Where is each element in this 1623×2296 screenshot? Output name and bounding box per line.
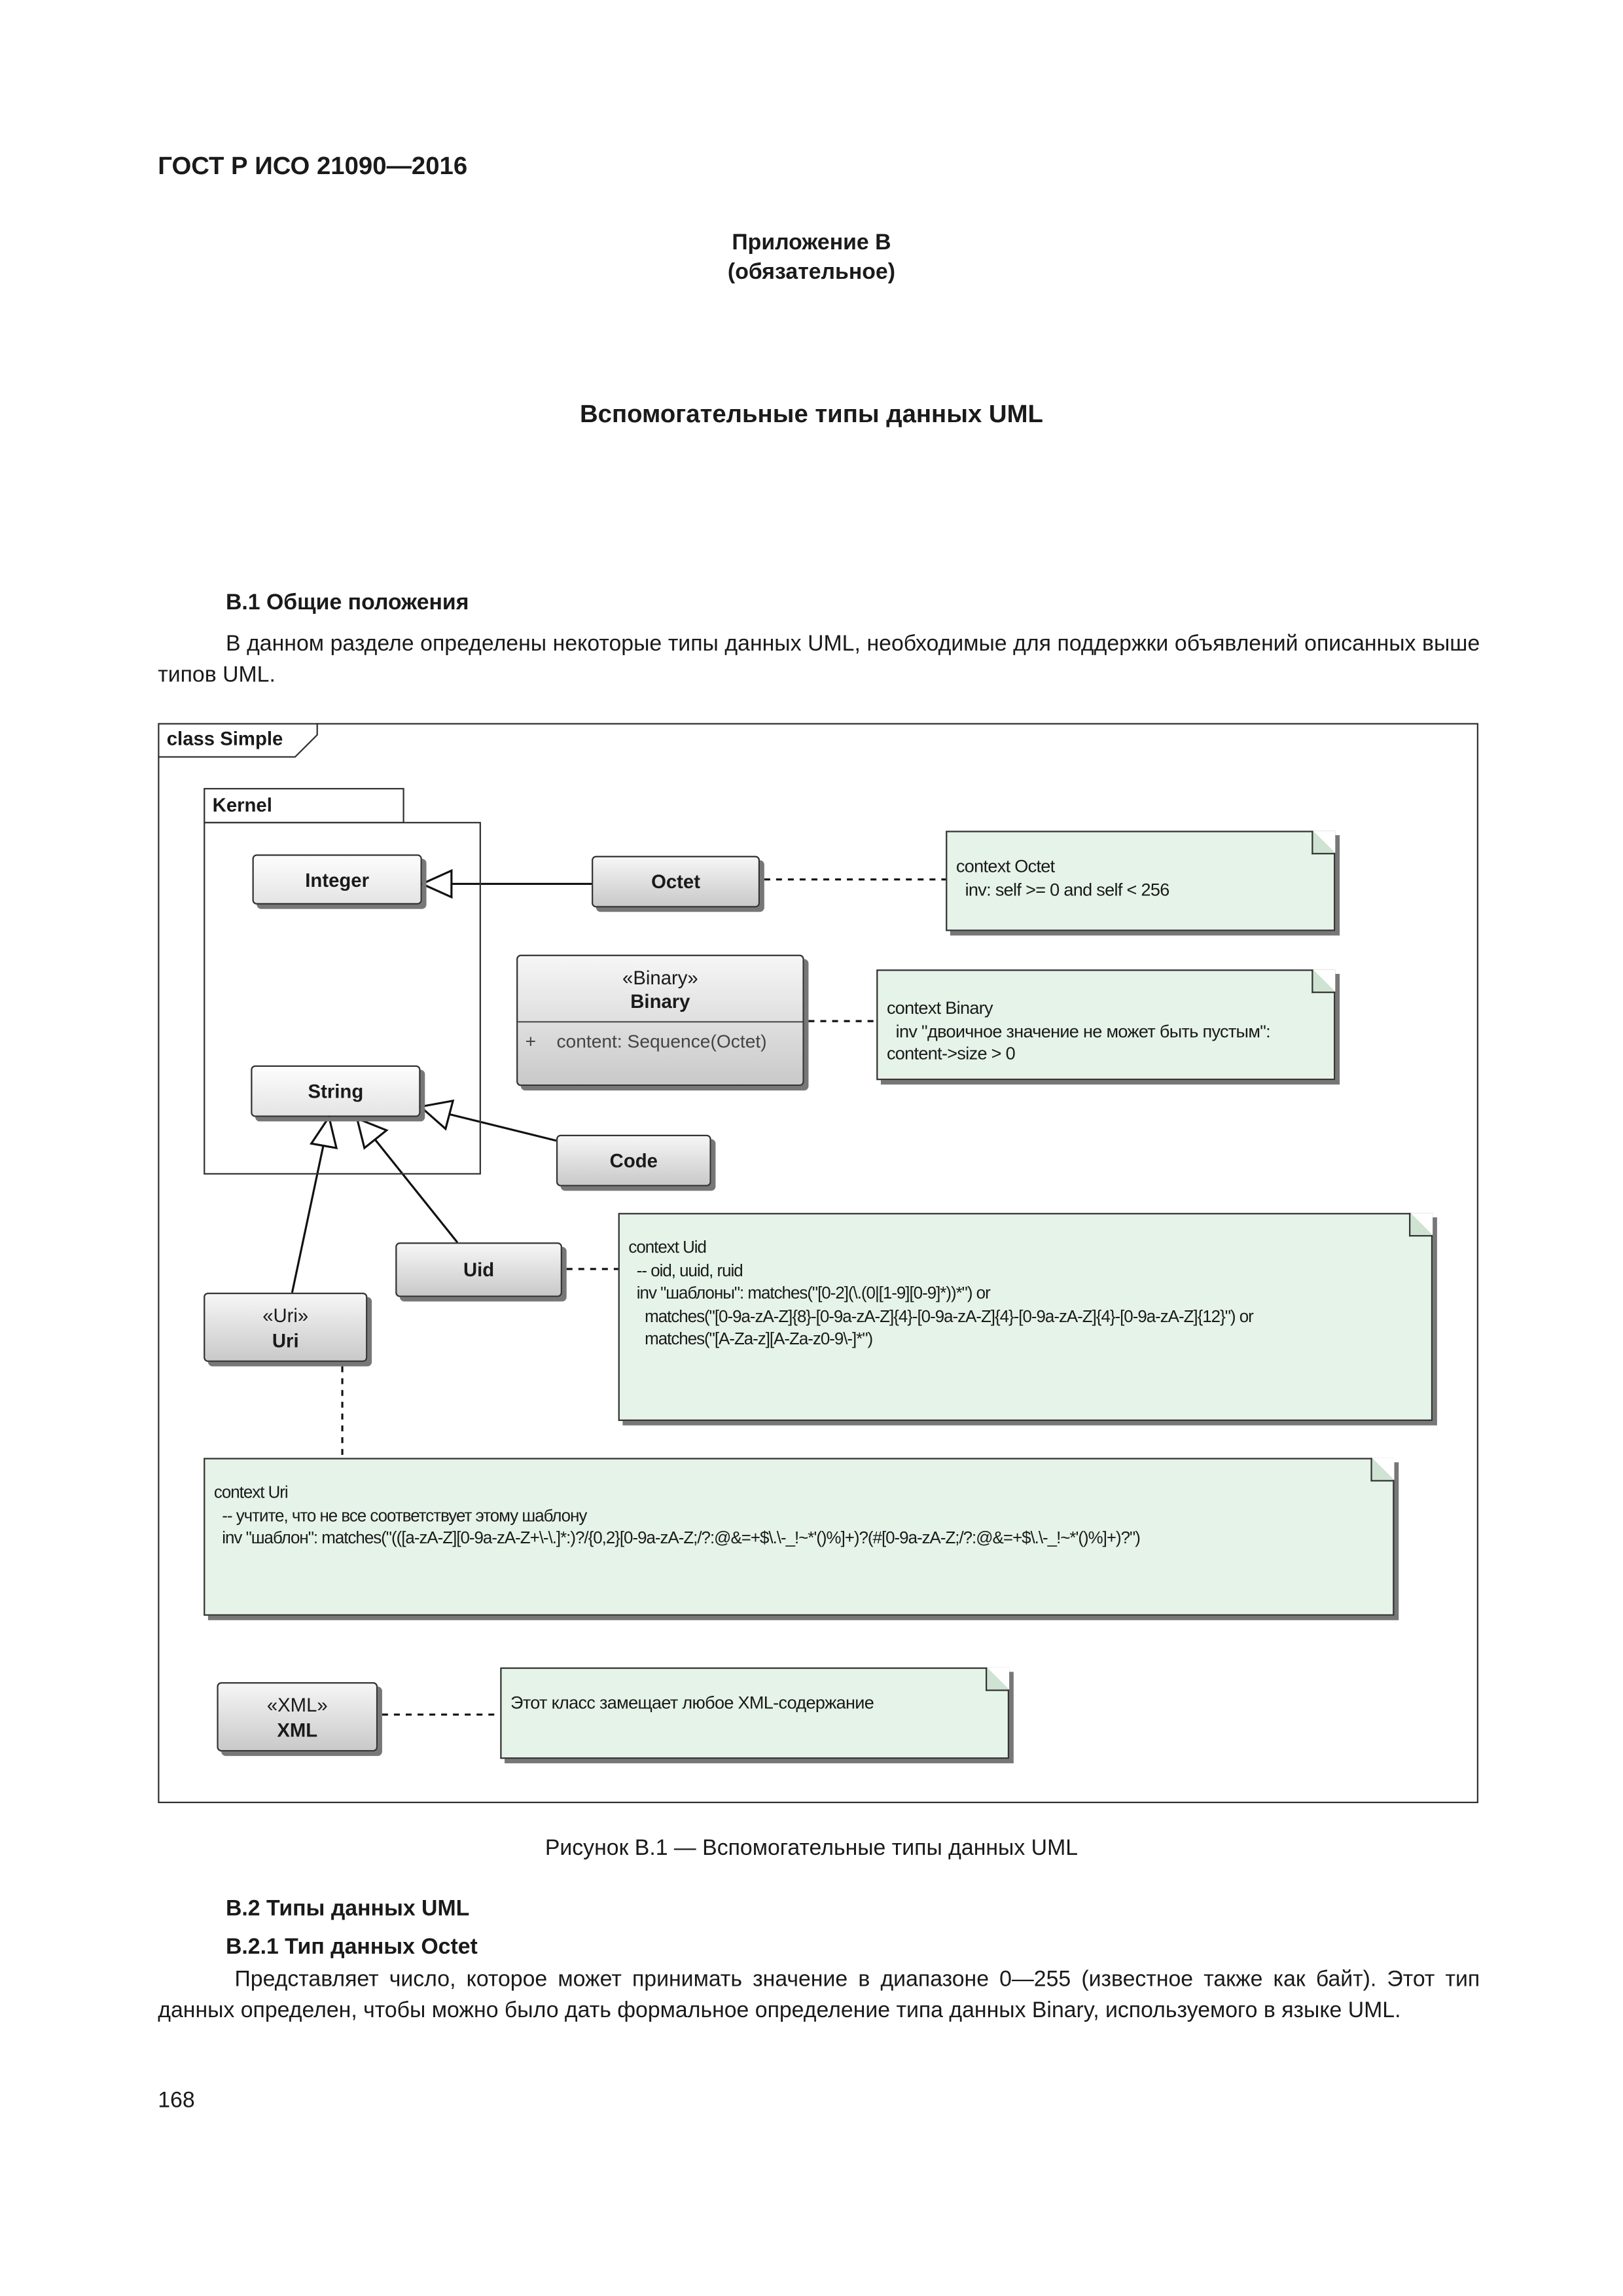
class-xml[interactable]: «XML» XML [217, 1682, 378, 1752]
attribute-visibility: + [525, 1031, 537, 1052]
subsection-heading: B.2.1 Тип данных Octet [225, 1934, 478, 1960]
class-integer[interactable]: Integer [252, 854, 422, 905]
class-string[interactable]: String [251, 1065, 421, 1117]
class-name: String [308, 1080, 364, 1103]
class-uid[interactable]: Uid [395, 1242, 562, 1297]
note-binary: context Binary inv "двоичное значение не… [876, 969, 1336, 1081]
class-binary[interactable]: «Binary» Binary + content: Sequence(Octe… [516, 954, 804, 1086]
class-octet[interactable]: Octet [592, 855, 760, 908]
note-uid: context Uid -- oid, uuid, ruid inv "шабл… [618, 1213, 1433, 1422]
class-name: Code [609, 1149, 658, 1172]
class-name: XML [277, 1718, 318, 1741]
paragraph: Представляет число, которое может приним… [158, 1967, 1480, 2023]
page: ГОСТ Р ИСО 21090—2016 Приложение B (обяз… [0, 0, 1623, 2296]
class-name: Uid [463, 1259, 495, 1281]
class-name: Octet [651, 870, 701, 893]
class-uri[interactable]: «Uri» Uri [204, 1292, 368, 1362]
class-name: Uri [272, 1329, 299, 1351]
class-name: Integer [305, 868, 370, 891]
class-stereotype: «Binary» [622, 966, 698, 989]
package-tab: Kernel [204, 787, 404, 824]
class-attribute: content: Sequence(Octet) [556, 1031, 767, 1052]
package-name: Kernel [212, 793, 272, 816]
figure-caption: Рисунок B.1 — Вспомогательные типы данны… [544, 1835, 1079, 1861]
section-heading: B.2 Типы данных UML [225, 1896, 470, 1922]
frame-label: class Simple [166, 727, 283, 750]
class-name: Binary [630, 990, 690, 1013]
class-code[interactable]: Code [556, 1134, 711, 1187]
class-stereotype: «XML» [266, 1693, 328, 1715]
class-stereotype: «Uri» [262, 1303, 309, 1326]
note-octet: context Octet inv: self >= 0 and self < … [946, 831, 1336, 931]
note-uri: context Uri -- учтите, что не все соотве… [204, 1458, 1395, 1616]
page-number: 168 [158, 2088, 195, 2113]
note-xml: Этот класс замещает любое XML-содержание [500, 1667, 1010, 1759]
